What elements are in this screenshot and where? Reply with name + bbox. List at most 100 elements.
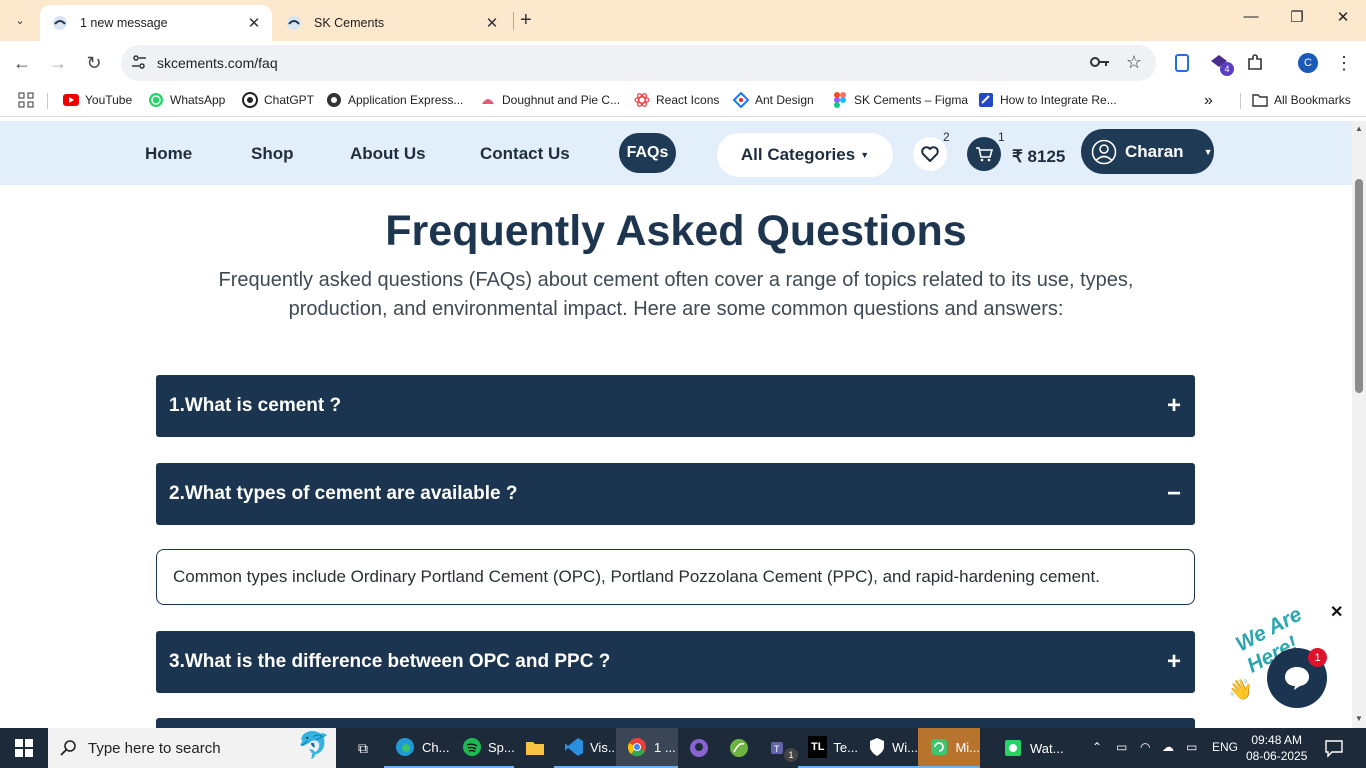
- bookmark-sk-cements-figma[interactable]: SK Cements – Figma: [832, 92, 968, 108]
- tab-search-button[interactable]: ⌄: [8, 8, 32, 32]
- close-tab-icon[interactable]: ✕: [246, 14, 262, 32]
- tab-1-new-message[interactable]: 1 new message ✕: [40, 5, 272, 41]
- bookmark-whatsapp[interactable]: WhatsApp: [148, 92, 225, 108]
- onedrive-icon[interactable]: ☁: [1162, 740, 1174, 754]
- wifi-icon[interactable]: ◠: [1140, 740, 1150, 754]
- search-highlight-image: 🐬: [297, 730, 330, 760]
- tab-groups-icon[interactable]: [1171, 52, 1193, 74]
- bookmark-youtube[interactable]: YouTube: [63, 92, 132, 108]
- tab-title: 1 new message: [80, 16, 168, 30]
- bookmark-star-icon[interactable]: ☆: [1126, 52, 1142, 73]
- system-clock[interactable]: 09:48 AM 08-06-2025: [1246, 732, 1307, 764]
- waving-hand-icon: 👋: [1228, 679, 1253, 701]
- taskbar-teams[interactable]: T 1: [758, 728, 798, 768]
- faq-question-4-partial[interactable]: [156, 718, 1195, 728]
- minimize-icon[interactable]: —: [1228, 8, 1274, 25]
- bookmark-chatgpt[interactable]: ChatGPT: [242, 92, 314, 108]
- spring-icon: [728, 737, 750, 759]
- task-view-button[interactable]: ⧉: [342, 728, 382, 768]
- bookmark-label: Ant Design: [755, 93, 814, 107]
- app-label: 1 ...: [654, 739, 676, 755]
- site-info-icon[interactable]: [131, 54, 147, 75]
- taskbar-edge[interactable]: Ch...: [384, 728, 452, 768]
- whatsapp-icon: [148, 92, 164, 108]
- battery-icon[interactable]: ▭: [1186, 740, 1197, 754]
- all-categories-dropdown[interactable]: All Categories ▼: [717, 133, 893, 177]
- taskbar-chrome[interactable]: 1 ...: [616, 728, 678, 768]
- reload-icon[interactable]: ↻: [82, 51, 106, 75]
- app-label: Vis...: [590, 739, 619, 755]
- expand-plus-icon[interactable]: +: [1167, 392, 1181, 420]
- more-bookmarks-icon[interactable]: »: [1204, 92, 1213, 110]
- taskbar-windows-security[interactable]: Wi...: [858, 728, 918, 768]
- scrollbar-thumb[interactable]: [1355, 179, 1363, 393]
- url-text[interactable]: skcements.com/faq: [157, 55, 278, 71]
- extension-badge: 4: [1220, 62, 1234, 76]
- app-label: Sp...: [488, 739, 515, 755]
- taskbar-github[interactable]: [678, 728, 718, 768]
- tray-device-icon[interactable]: ▭: [1116, 740, 1127, 754]
- question-text: 1.What is cement ?: [169, 395, 342, 416]
- taskbar-file-explorer[interactable]: [514, 728, 554, 768]
- bookmark-doughnut-pie[interactable]: Doughnut and Pie C...: [480, 92, 620, 108]
- extensions-puzzle-icon[interactable]: [1244, 52, 1266, 74]
- taskbar-search[interactable]: Type here to search 🐬: [48, 728, 336, 768]
- apps-grid-icon[interactable]: [18, 92, 34, 108]
- taskbar-app-highlighted[interactable]: Mi...: [918, 728, 980, 768]
- expand-plus-icon[interactable]: +: [1167, 648, 1181, 676]
- nav-shop[interactable]: Shop: [251, 144, 294, 164]
- tray-overflow-icon[interactable]: ⌃: [1092, 740, 1102, 754]
- taskbar-spotify[interactable]: Sp...: [452, 728, 515, 768]
- faq-question-1[interactable]: 1.What is cement ? +: [156, 375, 1195, 437]
- back-icon[interactable]: ←: [10, 51, 34, 75]
- bookmark-react-icons[interactable]: React Icons: [634, 92, 719, 108]
- notification-center-icon[interactable]: [1324, 738, 1344, 763]
- close-tab-icon[interactable]: ✕: [484, 14, 500, 32]
- nav-about-us[interactable]: About Us: [350, 144, 426, 164]
- tab-sk-cements[interactable]: SK Cements ✕: [274, 5, 510, 41]
- scroll-up-icon[interactable]: ▲: [1355, 124, 1363, 133]
- folder-icon: [1252, 92, 1268, 108]
- user-icon: [1091, 139, 1117, 164]
- password-key-icon[interactable]: [1090, 54, 1110, 75]
- site-favicon-icon: [52, 15, 68, 31]
- faq-question-2[interactable]: 2.What types of cement are available ? −: [156, 463, 1195, 525]
- scroll-down-icon[interactable]: ▼: [1355, 714, 1363, 723]
- wishlist-button[interactable]: [913, 137, 947, 171]
- bookmarks-bar: YouTube WhatsApp ChatGPT Application Exp…: [0, 84, 1366, 117]
- nav-contact-us[interactable]: Contact Us: [480, 144, 570, 164]
- faq-question-3[interactable]: 3.What is the difference between OPC and…: [156, 631, 1195, 693]
- more-menu-icon[interactable]: ⋮: [1333, 52, 1355, 74]
- app-label: Ch...: [422, 739, 450, 755]
- start-button[interactable]: [0, 728, 48, 768]
- caret-down-icon: ▼: [1203, 146, 1213, 157]
- cart-button[interactable]: [967, 137, 1001, 171]
- taskbar-whatsapp[interactable]: Wat...: [992, 728, 1074, 768]
- bookmark-application-express[interactable]: Application Express...: [326, 92, 463, 108]
- taskbar-spring[interactable]: [718, 728, 758, 768]
- bookmark-how-to-integrate[interactable]: How to Integrate Re...: [978, 92, 1117, 108]
- page-scrollbar[interactable]: ▲ ▼: [1352, 121, 1366, 728]
- bookmark-ant-design[interactable]: Ant Design: [733, 92, 814, 108]
- windows-taskbar: Type here to search 🐬 ⧉ Ch... Sp... Vis.…: [0, 728, 1366, 768]
- taskbar-tlauncher[interactable]: TL Te...: [798, 728, 858, 768]
- profile-avatar[interactable]: C: [1297, 52, 1319, 74]
- address-bar[interactable]: skcements.com/faq ☆: [121, 45, 1156, 81]
- taskbar-vscode[interactable]: Vis...: [554, 728, 619, 768]
- forward-icon[interactable]: →: [46, 51, 70, 75]
- bookmark-divider: [47, 93, 48, 109]
- profile-initial: C: [1298, 53, 1318, 73]
- all-bookmarks-button[interactable]: All Bookmarks: [1252, 92, 1351, 108]
- user-menu-button[interactable]: Charan ▼: [1081, 129, 1214, 174]
- chat-bubble-icon: [1285, 667, 1309, 690]
- vscode-icon: [564, 736, 584, 758]
- nav-home[interactable]: Home: [145, 144, 192, 164]
- new-tab-icon[interactable]: +: [520, 9, 532, 32]
- collapse-minus-icon[interactable]: −: [1167, 480, 1181, 508]
- question-text: 2.What types of cement are available ?: [169, 483, 518, 504]
- language-indicator[interactable]: ENG: [1212, 740, 1238, 754]
- restore-icon[interactable]: ❐: [1274, 8, 1320, 26]
- extension-icon[interactable]: 4: [1208, 52, 1234, 76]
- close-window-icon[interactable]: ✕: [1320, 8, 1366, 26]
- nav-faqs[interactable]: FAQs: [619, 133, 676, 173]
